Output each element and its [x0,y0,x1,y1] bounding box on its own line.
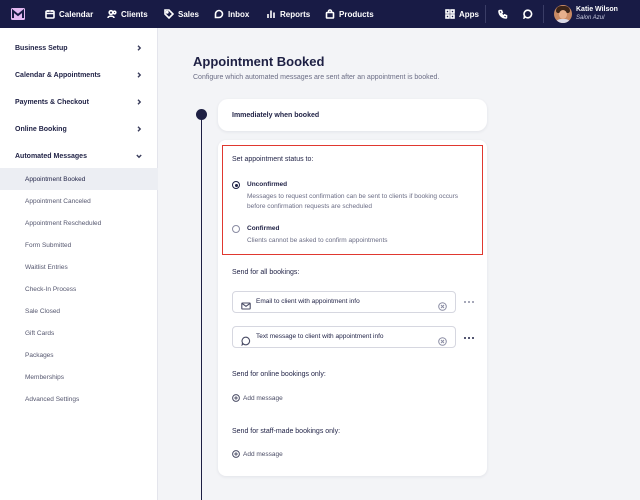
nav-reports[interactable]: Reports [266,0,310,28]
calendar-icon [45,10,55,19]
chevron-right-icon [136,45,142,51]
message-label: Text message to client with appointment … [256,333,384,340]
sidebar-section-calendar-appointments[interactable]: Calendar & Appointments [0,62,158,89]
app-logo[interactable] [10,6,26,22]
message-label: Email to client with appointment info [256,298,360,305]
nav-sales[interactable]: Sales [164,0,199,28]
nav-inbox-label: Inbox [228,9,250,19]
add-message-button-staff[interactable]: Add message [232,449,283,459]
sidebar-item-form-submitted[interactable]: Form Submitted [0,234,158,256]
phone-icon [498,9,508,19]
mail-icon [241,298,251,310]
radio-unconfirmed[interactable] [232,181,240,189]
tag-icon [164,9,174,19]
nav-apps-label: Apps [459,9,479,19]
add-message-label: Add message [243,394,283,402]
inbox-icon [214,9,224,19]
nav-clients-label: Clients [121,9,148,19]
more-options-icon[interactable] [464,336,474,340]
radio-confirmed-description: Clients cannot be asked to confirm appoi… [247,237,388,244]
nav-clients[interactable]: Clients [107,0,148,28]
sidebar-item-waitlist-entries[interactable]: Waitlist Entries [0,256,158,278]
plus-circle-icon [232,394,240,402]
page-title: Appointment Booked [193,54,325,69]
plus-circle-icon [232,450,240,458]
sidebar-item-packages[interactable]: Packages [0,344,158,366]
nav-divider [543,5,544,23]
trigger-card: Immediately when booked [218,99,487,131]
sidebar-section-online-booking[interactable]: Online Booking [0,116,158,143]
sidebar-section-automated-messages[interactable]: Automated Messages [0,143,158,170]
staff-bookings-heading: Send for staff-made bookings only: [232,428,341,435]
more-options-icon[interactable] [464,300,474,304]
radio-confirmed[interactable] [232,225,240,233]
sidebar-item-appointment-booked[interactable]: Appointment Booked [0,168,158,190]
phone-button[interactable] [498,0,512,28]
chevron-right-icon [136,99,142,105]
radio-unconfirmed-description: Messages to request confirmation can be … [247,193,458,210]
nav-divider [485,5,486,23]
sidebar-section-business-setup[interactable]: Business Setup [0,35,158,62]
sidebar-section-label: Business Setup [15,45,68,52]
top-navigation: Calendar Clients Sales Inbox Reports Pro… [0,0,640,28]
avatar[interactable] [554,5,572,23]
sidebar-item-appointment-canceled[interactable]: Appointment Canceled [0,190,158,212]
online-bookings-heading: Send for online bookings only: [232,371,326,378]
message-row-text[interactable]: Text message to client with appointment … [232,326,456,348]
clients-icon [107,9,117,19]
reports-icon [267,10,275,18]
all-bookings-heading: Send for all bookings: [232,269,300,276]
message-row-email[interactable]: Email to client with appointment info [232,291,456,313]
sidebar-item-advanced-settings[interactable]: Advanced Settings [0,388,158,410]
sidebar-section-label: Payments & Checkout [15,99,89,106]
apps-grid-icon [445,9,455,19]
sidebar-item-sale-closed[interactable]: Sale Closed [0,300,158,322]
nav-products[interactable]: Products [325,0,374,28]
radio-unconfirmed-label[interactable]: Unconfirmed [247,181,287,188]
add-message-label: Add message [243,450,283,458]
chat-button[interactable] [523,0,537,28]
nav-reports-label: Reports [280,9,311,19]
sidebar-section-label: Automated Messages [15,153,87,160]
sidebar-section-label: Online Booking [15,126,67,133]
chat-icon [523,9,533,19]
sidebar-section-label: Calendar & Appointments [15,72,101,79]
radio-confirmed-label[interactable]: Confirmed [247,225,280,232]
sidebar-item-check-in-process[interactable]: Check-In Process [0,278,158,300]
nav-sales-label: Sales [178,9,199,19]
chevron-right-icon [136,126,142,132]
settings-sidebar: Business Setup Calendar & Appointments P… [0,28,158,500]
user-name[interactable]: Katie Wilson [576,6,618,13]
timeline-line [201,114,202,500]
chat-icon [241,333,251,347]
trigger-label: Immediately when booked [232,111,320,119]
nav-apps[interactable]: Apps [445,0,479,28]
remove-message-icon[interactable] [438,333,447,346]
nav-calendar-label: Calendar [59,9,94,19]
timeline-dot [196,109,207,120]
chevron-down-icon [136,153,142,159]
nav-calendar[interactable]: Calendar [45,0,93,28]
user-business: Salon Azul [576,15,605,21]
sidebar-section-payments-checkout[interactable]: Payments & Checkout [0,89,158,116]
sidebar-item-gift-cards[interactable]: Gift Cards [0,322,158,344]
page-description: Configure which automated messages are s… [193,74,440,81]
nav-products-label: Products [339,9,374,19]
nav-inbox[interactable]: Inbox [214,0,249,28]
bag-icon [325,9,335,19]
sidebar-item-memberships[interactable]: Memberships [0,366,158,388]
remove-message-icon[interactable] [438,298,447,311]
status-group-title: Set appointment status to: [232,156,314,163]
add-message-button-online[interactable]: Add message [232,393,283,403]
chevron-right-icon [136,72,142,78]
sidebar-item-appointment-rescheduled[interactable]: Appointment Rescheduled [0,212,158,234]
